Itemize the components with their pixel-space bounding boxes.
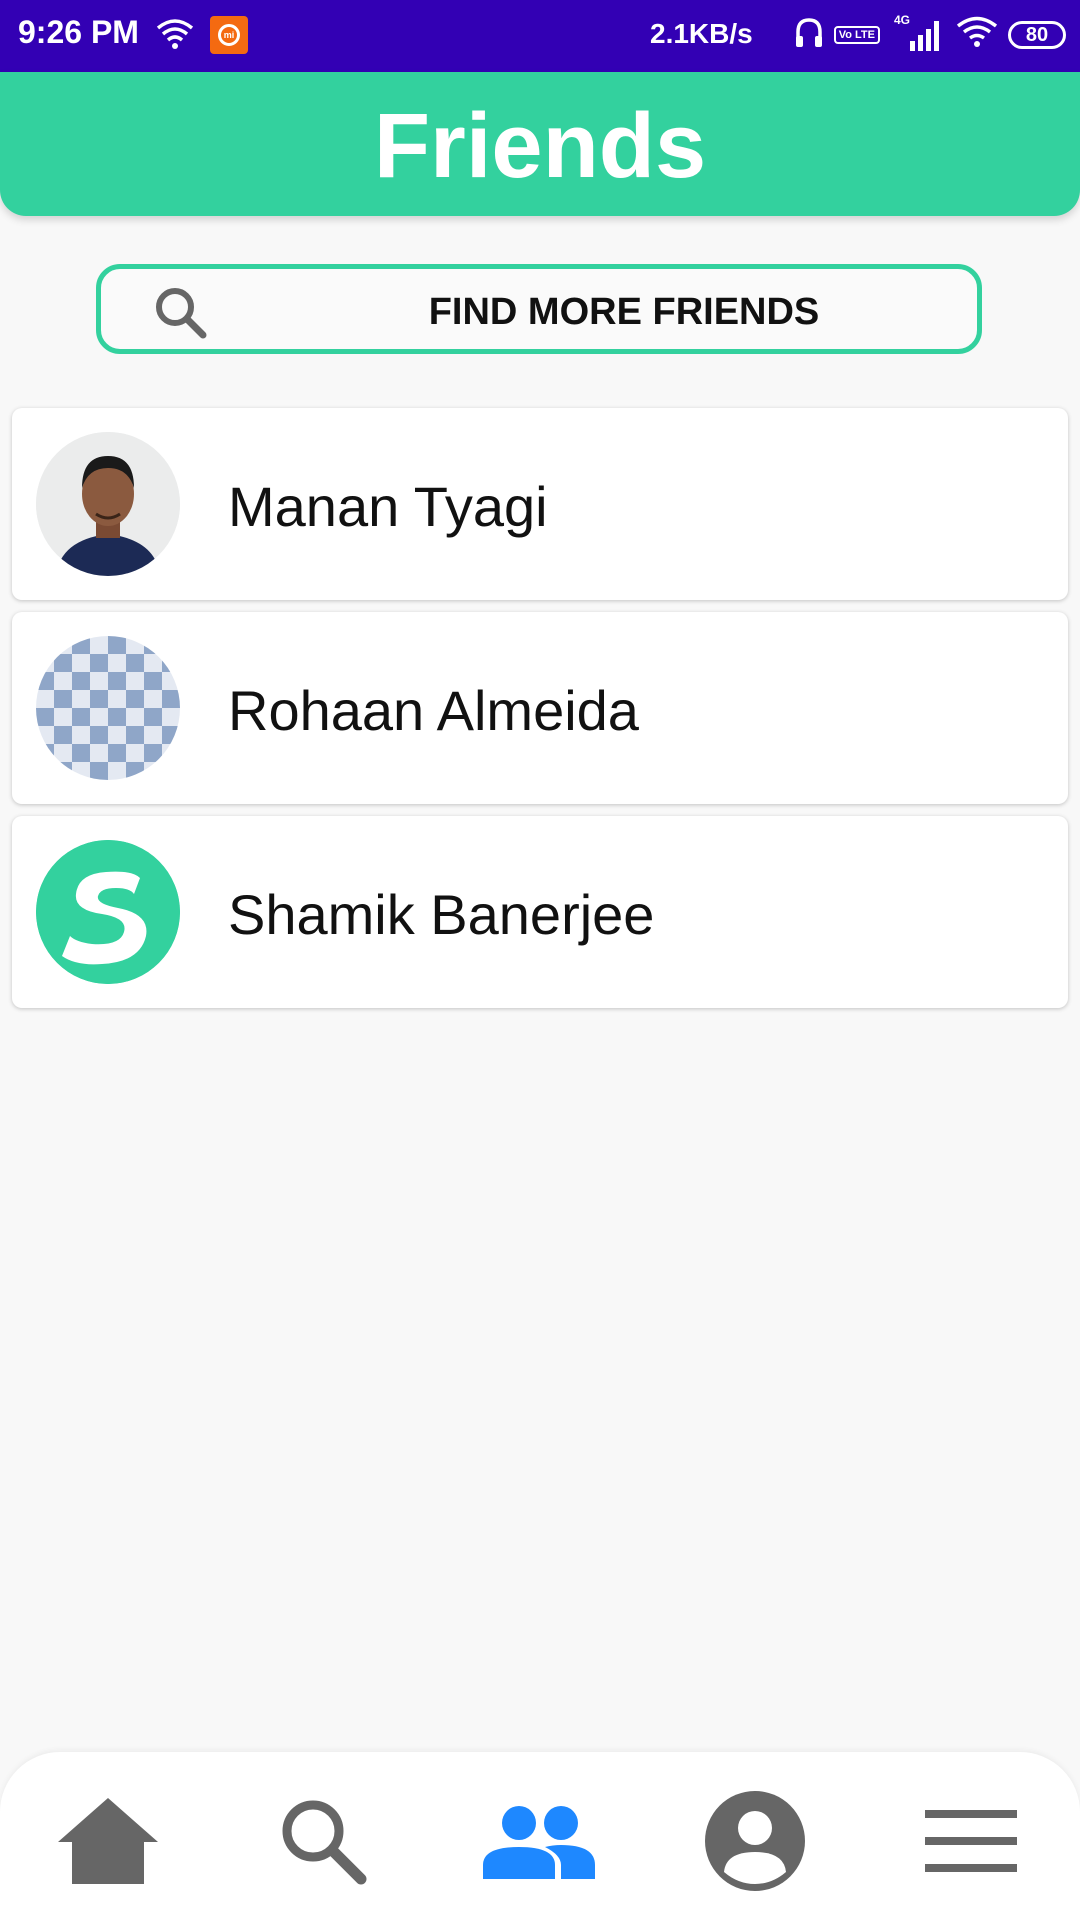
mi-app-icon: mi	[210, 16, 248, 54]
nav-friends[interactable]	[483, 1788, 595, 1898]
nav-menu[interactable]	[916, 1788, 1026, 1898]
account-icon	[704, 1790, 806, 1897]
bottom-navigation	[0, 1752, 1080, 1920]
wifi-icon	[956, 16, 998, 53]
wifi-icon	[156, 18, 194, 55]
search-icon	[153, 285, 209, 346]
page-title: Friends	[373, 95, 707, 197]
avatar	[36, 432, 180, 576]
find-more-friends-label: FIND MORE FRIENDS	[428, 291, 820, 333]
nav-account[interactable]	[700, 1788, 810, 1898]
menu-icon	[925, 1808, 1017, 1879]
signal-icon: 4G	[890, 13, 946, 53]
friend-list-item[interactable]: Shamik Banerjee	[12, 816, 1068, 1008]
battery-icon: 80	[1008, 20, 1066, 49]
friend-name: Rohaan Almeida	[228, 679, 639, 742]
friend-list-item[interactable]: Manan Tyagi	[12, 408, 1068, 600]
status-bar: 9:26 PM mi 2.1KB/s Vo LTE 4G 80	[0, 0, 1080, 72]
find-more-friends-button[interactable]: FIND MORE FRIENDS	[96, 264, 982, 354]
nav-search[interactable]	[268, 1788, 378, 1898]
friend-list-item[interactable]: Rohaan Almeida	[12, 612, 1068, 804]
status-time: 9:26 PM	[18, 14, 139, 50]
headphones-icon	[794, 16, 824, 53]
volte-icon: Vo LTE	[833, 25, 880, 44]
avatar	[36, 840, 180, 984]
nav-home[interactable]	[53, 1788, 163, 1898]
app-header: Friends	[0, 72, 1080, 216]
search-icon	[277, 1795, 369, 1892]
network-speed: 2.1KB/s	[650, 18, 753, 49]
home-icon	[56, 1796, 160, 1891]
friend-name: Shamik Banerjee	[228, 883, 655, 946]
friends-icon	[483, 1803, 595, 1884]
friend-name: Manan Tyagi	[228, 475, 548, 538]
avatar	[36, 636, 180, 780]
